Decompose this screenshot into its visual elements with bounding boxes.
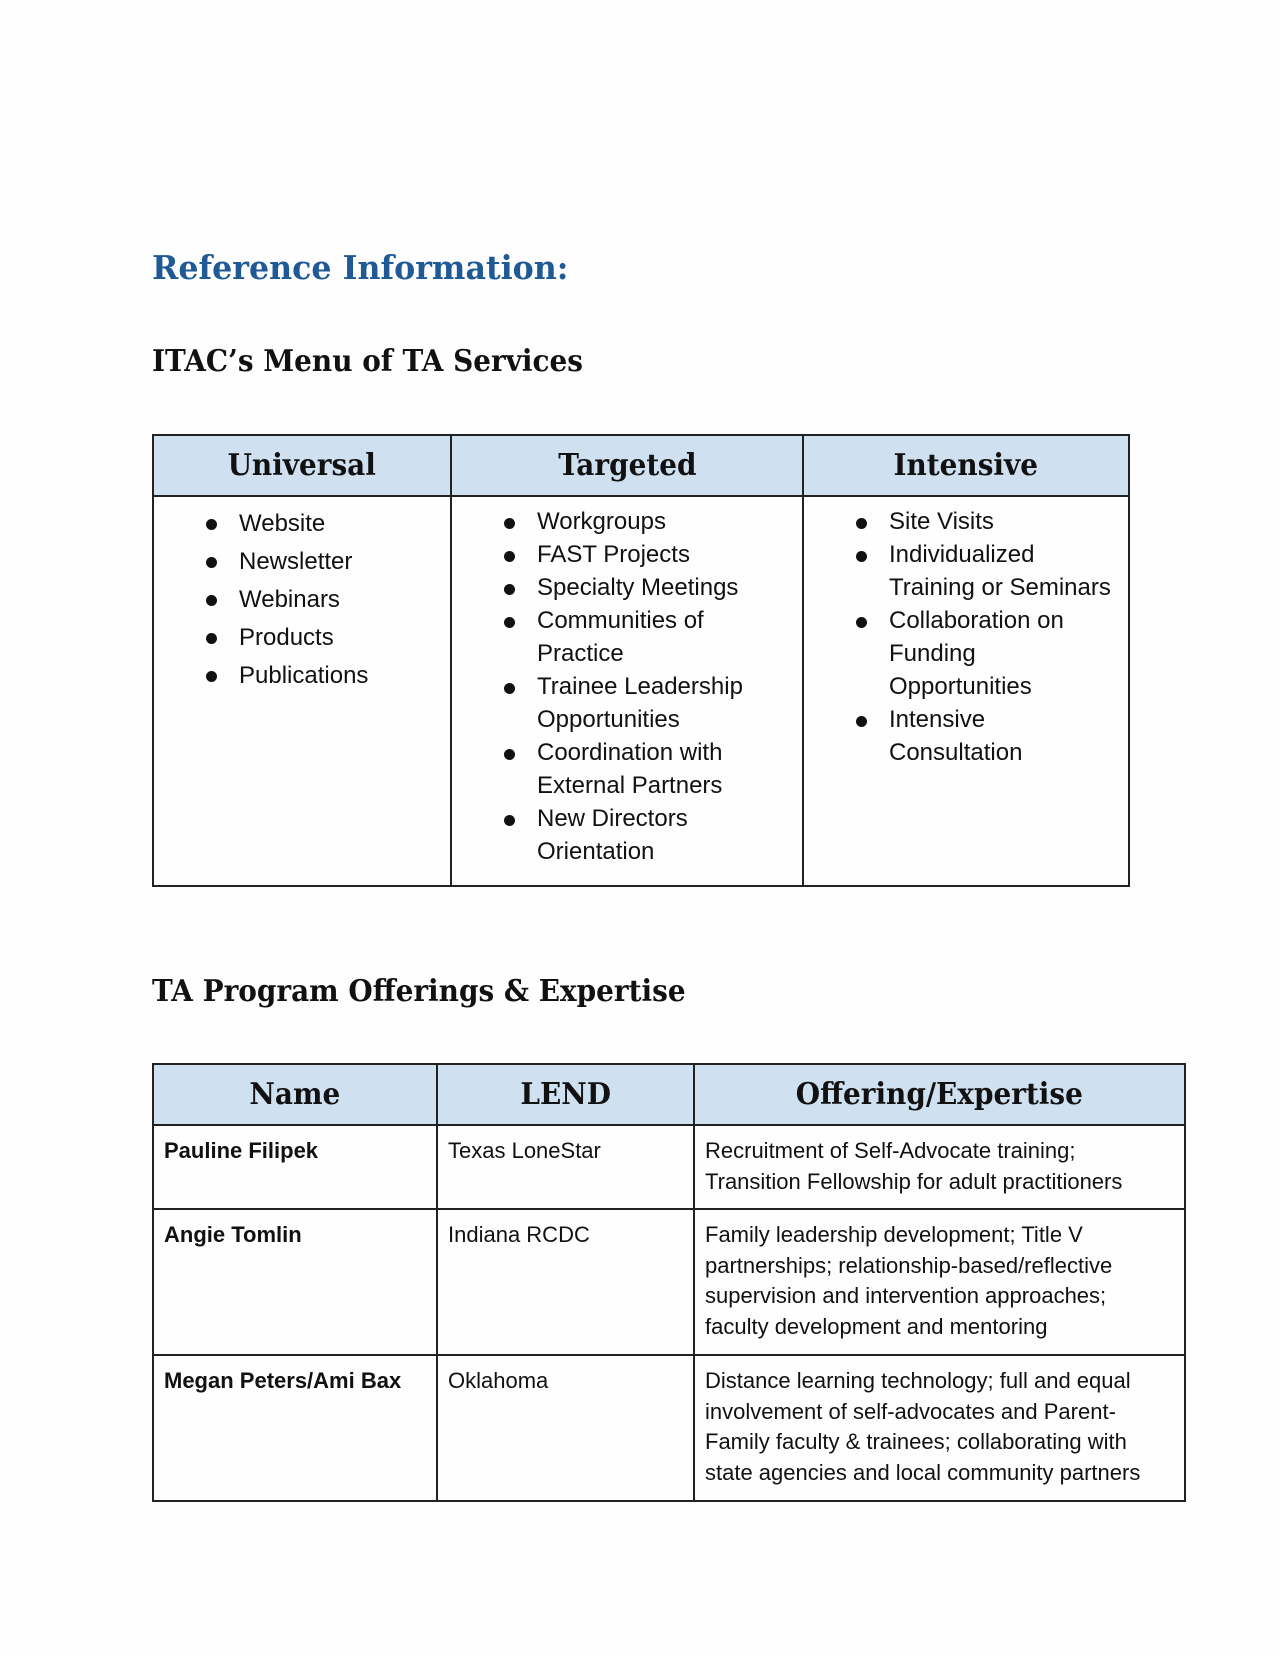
name-cell: Angie Tomlin [152,1208,438,1356]
list-item-label: Workgroups [537,508,666,535]
offering-cell: Family leadership development; Title V p… [693,1208,1186,1356]
list-item-label: Website [239,510,326,537]
list-item: Communities of Practice [452,604,727,670]
bullet-icon [504,683,515,694]
list-item-label: FAST Projects [537,541,690,568]
bullet-icon [504,584,515,595]
lend-cell: Indiana RCDC [436,1208,695,1356]
list-item-label: Newsletter [239,548,353,575]
bullet-icon [206,519,217,530]
bullet-icon [206,633,217,644]
list-item: Specialty Meetings [452,571,802,604]
list-item: Webinars [154,581,450,619]
table-row: Megan Peters/Ami Bax Oklahoma Distance l… [152,1354,1186,1502]
intensive-services-cell: Site Visits Individualized Training or S… [802,495,1130,887]
universal-services-list: Website Newsletter Webinars Products Pub… [154,505,450,695]
name-cell: Megan Peters/Ami Bax [152,1354,438,1502]
bullet-icon [206,557,217,568]
universal-services-cell: Website Newsletter Webinars Products Pub… [152,495,452,887]
list-item-label: Webinars [239,586,340,613]
offering-cell: Distance learning technology; full and e… [693,1354,1186,1502]
bullet-icon [856,716,867,727]
column-header-label: Name [249,1077,341,1112]
list-item: Collaboration on Funding Opportunities [804,604,1104,703]
column-header-label: Offering/Expertise [795,1077,1084,1112]
column-header-targeted: Targeted [450,434,804,497]
lend-cell: Oklahoma [436,1354,695,1502]
list-item: Site Visits [804,505,1128,538]
list-item-label: Publications [239,662,369,689]
menu-section-heading: ITAC’s Menu of TA Services [152,344,583,379]
intensive-services-list: Site Visits Individualized Training or S… [804,505,1128,769]
list-item: New Directors Orientation [452,802,727,868]
list-item: Newsletter [154,543,450,581]
table-row: Angie Tomlin Indiana RCDC Family leaders… [152,1208,1186,1356]
list-item: Website [154,505,450,543]
menu-table-header-row: Universal Targeted Intensive [152,434,1130,497]
bullet-icon [504,749,515,760]
list-item-label: Specialty Meetings [537,574,739,601]
list-item: Products [154,619,450,657]
list-item-label: Site Visits [889,508,994,535]
column-header-label: Universal [227,448,377,483]
menu-table-body-row: Website Newsletter Webinars Products Pub… [152,495,1130,887]
page-title: Reference Information: [152,248,569,287]
bullet-icon [206,671,217,682]
column-header-label: Targeted [557,448,697,483]
list-item-label: Products [239,624,334,651]
column-header-universal: Universal [152,434,452,497]
bullet-icon [504,815,515,826]
list-item-label: Individualized Training or Seminars [889,541,1111,601]
targeted-services-list: Workgroups FAST Projects Specialty Meeti… [452,505,802,868]
bullet-icon [504,518,515,529]
program-offerings-table: Name LEND Offering/Expertise Pauline Fil… [152,1063,1186,1502]
name-cell: Pauline Filipek [152,1124,438,1210]
lend-cell: Texas LoneStar [436,1124,695,1210]
bullet-icon [206,595,217,606]
column-header-label: Intensive [893,448,1039,483]
list-item: Individualized Training or Seminars [804,538,1121,604]
column-header-intensive: Intensive [802,434,1130,497]
list-item: FAST Projects [452,538,802,571]
bullet-icon [856,551,867,562]
document-page: Reference Information: ITAC’s Menu of TA… [0,0,1280,1656]
list-item: Workgroups [452,505,802,538]
list-item-label: Trainee Leadership Opportunities [537,673,743,733]
offering-cell: Recruitment of Self-Advocate training; T… [693,1124,1186,1210]
ta-services-menu-table: Universal Targeted Intensive Website New… [152,434,1130,887]
list-item-label: Collaboration on Funding Opportunities [889,607,1064,700]
table-row: Pauline Filipek Texas LoneStar Recruitme… [152,1124,1186,1210]
bullet-icon [504,617,515,628]
bullet-icon [856,617,867,628]
column-header-name: Name [152,1063,438,1126]
list-item: Trainee Leadership Opportunities [452,670,767,736]
column-header-label: LEND [520,1077,611,1112]
list-item: Publications [154,657,450,695]
targeted-services-cell: Workgroups FAST Projects Specialty Meeti… [450,495,804,887]
list-item: Coordination with External Partners [452,736,767,802]
program-section-heading: TA Program Offerings & Expertise [152,974,686,1009]
list-item: Intensive Consultation [804,703,1059,769]
program-table-header-row: Name LEND Offering/Expertise [152,1063,1186,1126]
list-item-label: Coordination with External Partners [537,739,723,799]
bullet-icon [504,551,515,562]
list-item-label: Communities of Practice [537,607,704,667]
bullet-icon [856,518,867,529]
column-header-offering: Offering/Expertise [693,1063,1186,1126]
list-item-label: Intensive Consultation [889,706,1023,766]
column-header-lend: LEND [436,1063,695,1126]
list-item-label: New Directors Orientation [537,805,688,865]
